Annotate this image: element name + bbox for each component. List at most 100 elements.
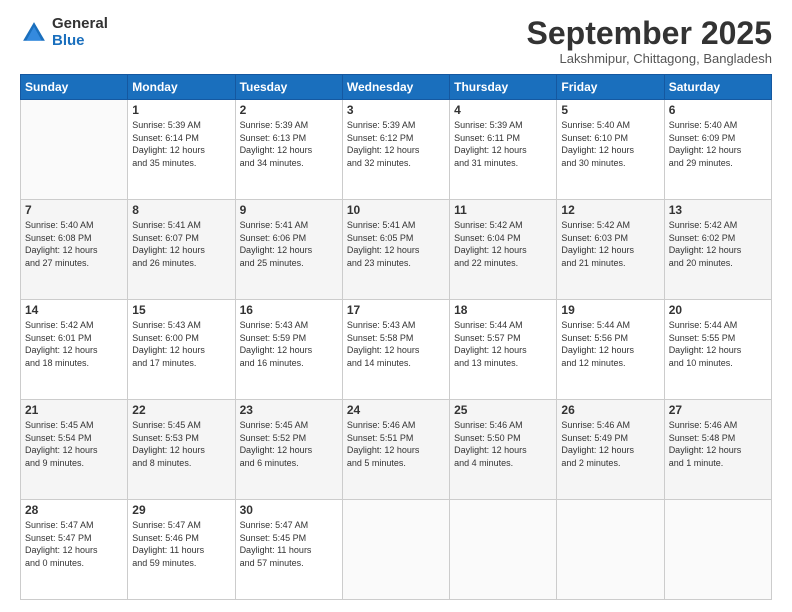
day-number: 22 [132,403,230,417]
location: Lakshmipur, Chittagong, Bangladesh [527,51,772,66]
table-row: 16 Sunrise: 5:43 AM Sunset: 5:59 PM Dayli… [235,300,342,400]
col-wednesday: Wednesday [342,75,449,100]
table-row: 3Sunrise: 5:39 AM Sunset: 6:12 PM Daylig… [342,100,449,200]
day-info: Sunrise: 5:42 AM Sunset: 6:01 PM Dayligh… [25,319,123,369]
day-number: 24 [347,403,445,417]
day-info: Sunrise: 5:42 AM Sunset: 6:04 PM Dayligh… [454,219,552,269]
calendar-week-row: 1 Sunrise: 5:39 AM Sunset: 6:14 PM Daylig… [21,100,772,200]
day-info: Sunrise: 5:46 AM Sunset: 5:49 PM Dayligh… [561,419,659,469]
table-row: 10Sunrise: 5:41 AM Sunset: 6:05 PM Dayli… [342,200,449,300]
logo-text: General Blue [52,16,108,49]
table-row: 20 Sunrise: 5:44 AM Sunset: 5:55 PM Dayli… [664,300,771,400]
day-number: 17 [347,303,445,317]
day-number: 23 [240,403,338,417]
day-info: Sunrise: 5:42 AM Sunset: 6:02 PM Dayligh… [669,219,767,269]
day-number: 27 [669,403,767,417]
day-info: Sunrise: 5:39 AM Sunset: 6:13 PM Dayligh… [240,119,338,169]
day-number: 9 [240,203,338,217]
title-area: September 2025 Lakshmipur, Chittagong, B… [527,16,772,66]
table-row: 17 Sunrise: 5:43 AM Sunset: 5:58 PM Dayli… [342,300,449,400]
col-monday: Monday [128,75,235,100]
table-row: 27 Sunrise: 5:46 AM Sunset: 5:48 PM Dayli… [664,400,771,500]
day-info: Sunrise: 5:43 AM Sunset: 6:00 PM Dayligh… [132,319,230,369]
day-info: Sunrise: 5:39 AM Sunset: 6:11 PM Dayligh… [454,119,552,169]
calendar-week-row: 14 Sunrise: 5:42 AM Sunset: 6:01 PM Dayli… [21,300,772,400]
day-number: 20 [669,303,767,317]
table-row: 7 Sunrise: 5:40 AM Sunset: 6:08 PM Daylig… [21,200,128,300]
day-info: Sunrise: 5:43 AM Sunset: 5:59 PM Dayligh… [240,319,338,369]
day-number: 11 [454,203,552,217]
day-number: 15 [132,303,230,317]
table-row [557,500,664,600]
day-number: 4 [454,103,552,117]
table-row: 23 Sunrise: 5:45 AM Sunset: 5:52 PM Dayli… [235,400,342,500]
table-row [342,500,449,600]
calendar-header-row: Sunday Monday Tuesday Wednesday Thursday… [21,75,772,100]
header: General Blue September 2025 Lakshmipur, … [20,16,772,66]
day-number: 18 [454,303,552,317]
table-row: 9Sunrise: 5:41 AM Sunset: 6:06 PM Daylig… [235,200,342,300]
day-number: 28 [25,503,123,517]
table-row [450,500,557,600]
table-row: 6 Sunrise: 5:40 AM Sunset: 6:09 PM Daylig… [664,100,771,200]
table-row: 21 Sunrise: 5:45 AM Sunset: 5:54 PM Dayli… [21,400,128,500]
day-info: Sunrise: 5:44 AM Sunset: 5:57 PM Dayligh… [454,319,552,369]
col-friday: Friday [557,75,664,100]
table-row: 25Sunrise: 5:46 AM Sunset: 5:50 PM Dayli… [450,400,557,500]
day-info: Sunrise: 5:42 AM Sunset: 6:03 PM Dayligh… [561,219,659,269]
day-info: Sunrise: 5:39 AM Sunset: 6:14 PM Dayligh… [132,119,230,169]
day-info: Sunrise: 5:40 AM Sunset: 6:08 PM Dayligh… [25,219,123,269]
day-info: Sunrise: 5:39 AM Sunset: 6:12 PM Dayligh… [347,119,445,169]
month-title: September 2025 [527,16,772,51]
calendar-table: Sunday Monday Tuesday Wednesday Thursday… [20,74,772,600]
table-row: 26 Sunrise: 5:46 AM Sunset: 5:49 PM Dayli… [557,400,664,500]
table-row: 4 Sunrise: 5:39 AM Sunset: 6:11 PM Daylig… [450,100,557,200]
table-row: 28 Sunrise: 5:47 AM Sunset: 5:47 PM Dayli… [21,500,128,600]
day-number: 2 [240,103,338,117]
logo-general: General [52,15,108,32]
day-number: 7 [25,203,123,217]
day-number: 5 [561,103,659,117]
day-number: 30 [240,503,338,517]
table-row: 14 Sunrise: 5:42 AM Sunset: 6:01 PM Dayli… [21,300,128,400]
day-number: 21 [25,403,123,417]
day-info: Sunrise: 5:45 AM Sunset: 5:54 PM Dayligh… [25,419,123,469]
day-number: 14 [25,303,123,317]
day-number: 1 [132,103,230,117]
col-saturday: Saturday [664,75,771,100]
table-row: 18 Sunrise: 5:44 AM Sunset: 5:57 PM Dayli… [450,300,557,400]
table-row: 2 Sunrise: 5:39 AM Sunset: 6:13 PM Daylig… [235,100,342,200]
col-sunday: Sunday [21,75,128,100]
day-info: Sunrise: 5:40 AM Sunset: 6:09 PM Dayligh… [669,119,767,169]
day-info: Sunrise: 5:45 AM Sunset: 5:53 PM Dayligh… [132,419,230,469]
table-row: 30Sunrise: 5:47 AM Sunset: 5:45 PM Dayli… [235,500,342,600]
calendar-week-row: 21 Sunrise: 5:45 AM Sunset: 5:54 PM Dayli… [21,400,772,500]
day-info: Sunrise: 5:46 AM Sunset: 5:48 PM Dayligh… [669,419,767,469]
table-row: 12 Sunrise: 5:42 AM Sunset: 6:03 PM Dayli… [557,200,664,300]
day-info: Sunrise: 5:47 AM Sunset: 5:46 PM Dayligh… [132,519,230,569]
table-row: 1 Sunrise: 5:39 AM Sunset: 6:14 PM Daylig… [128,100,235,200]
day-number: 25 [454,403,552,417]
day-info: Sunrise: 5:41 AM Sunset: 6:05 PM Dayligh… [347,219,445,269]
calendar-week-row: 7 Sunrise: 5:40 AM Sunset: 6:08 PM Daylig… [21,200,772,300]
day-info: Sunrise: 5:43 AM Sunset: 5:58 PM Dayligh… [347,319,445,369]
day-number: 13 [669,203,767,217]
day-info: Sunrise: 5:46 AM Sunset: 5:51 PM Dayligh… [347,419,445,469]
day-number: 26 [561,403,659,417]
day-info: Sunrise: 5:44 AM Sunset: 5:55 PM Dayligh… [669,319,767,369]
table-row: 13 Sunrise: 5:42 AM Sunset: 6:02 PM Dayli… [664,200,771,300]
day-number: 29 [132,503,230,517]
day-number: 6 [669,103,767,117]
day-info: Sunrise: 5:45 AM Sunset: 5:52 PM Dayligh… [240,419,338,469]
day-info: Sunrise: 5:47 AM Sunset: 5:47 PM Dayligh… [25,519,123,569]
logo-icon [20,19,48,47]
page: General Blue September 2025 Lakshmipur, … [0,0,792,612]
day-number: 12 [561,203,659,217]
day-number: 8 [132,203,230,217]
table-row: 24 Sunrise: 5:46 AM Sunset: 5:51 PM Dayli… [342,400,449,500]
table-row: 19Sunrise: 5:44 AM Sunset: 5:56 PM Dayli… [557,300,664,400]
table-row: 11 Sunrise: 5:42 AM Sunset: 6:04 PM Dayli… [450,200,557,300]
table-row: 8Sunrise: 5:41 AM Sunset: 6:07 PM Daylig… [128,200,235,300]
calendar-week-row: 28 Sunrise: 5:47 AM Sunset: 5:47 PM Dayli… [21,500,772,600]
day-number: 16 [240,303,338,317]
